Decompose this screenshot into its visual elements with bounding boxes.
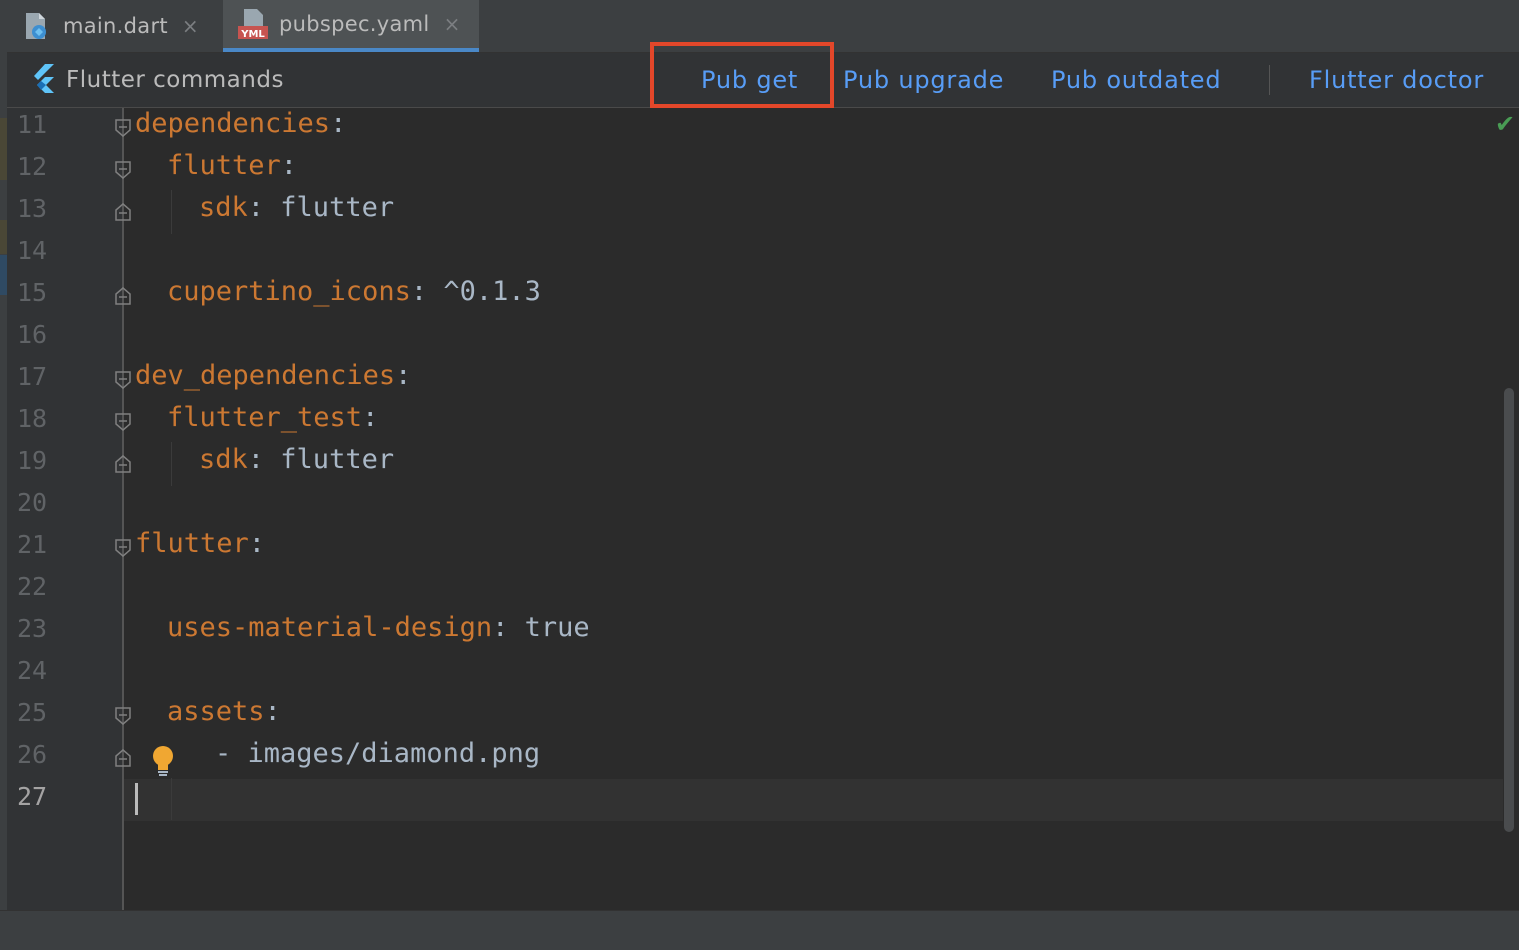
line-number-current: 27 [17,782,48,811]
code-line-19: sdk: flutter [199,444,394,475]
line-number: 15 [17,278,48,307]
divider [1269,65,1270,95]
left-tool-strip [0,0,7,950]
line-number: 19 [17,446,48,475]
code-line-26: - images/diamond.png [215,738,540,769]
text-caret [135,783,138,815]
yaml-separator: : [247,444,281,475]
code-line-21: flutter: [135,528,265,559]
editor-tab-bar: main.dart × YML pubspec.yaml × [7,0,1519,53]
yaml-file-icon: YML [237,8,269,40]
line-number: 16 [17,320,48,349]
yaml-value: ^0.1.3 [443,276,541,307]
code-line-25: assets: [167,696,281,727]
yaml-key: assets [167,696,265,727]
line-number: 21 [17,530,48,559]
yaml-value: true [524,612,590,643]
close-icon[interactable]: × [444,12,461,36]
code-line-12: flutter: [167,150,297,181]
bottom-status-bar [0,910,1519,950]
fold-close-icon[interactable] [114,454,132,474]
tab-label: main.dart [63,14,168,38]
yaml-key: dependencies [135,108,331,139]
line-number: 17 [17,362,48,391]
line-number: 23 [17,614,48,643]
yaml-key: flutter [167,150,281,181]
yaml-separator: : [248,528,266,559]
flutter-commands-label: Flutter commands [66,67,284,93]
svg-text:YML: YML [240,29,265,40]
flutter-commands-bar: Flutter commands Pub get Pub upgrade Pub… [7,53,1519,108]
fold-open-icon[interactable] [114,538,132,558]
yaml-separator: : [410,276,444,307]
tab-label: pubspec.yaml [279,12,430,36]
tab-main-dart[interactable]: main.dart × [21,0,216,52]
line-number: 14 [17,236,48,265]
line-number: 12 [17,152,48,181]
yaml-separator: : [264,696,281,727]
flutter-doctor-link[interactable]: Flutter doctor [1309,53,1484,107]
yaml-value: flutter [280,444,395,475]
flutter-logo-icon [30,63,56,97]
code-line-23: uses-material-design: true [167,612,590,643]
code-line-11: dependencies: [135,108,346,139]
yaml-separator: : [362,402,379,433]
code-line-17: dev_dependencies: [135,360,411,391]
close-icon[interactable]: × [182,14,199,38]
yaml-separator: : [247,192,281,223]
yaml-separator: : [280,150,298,181]
yaml-key: uses-material-design [167,612,493,643]
inspection-ok-icon[interactable]: ✔ [1495,110,1515,138]
line-number: 18 [17,404,48,433]
yaml-key: cupertino_icons [167,276,411,307]
yaml-key: dev_dependencies [135,360,396,391]
lightbulb-icon[interactable] [150,744,176,782]
yaml-key: sdk [199,192,248,223]
pub-outdated-link[interactable]: Pub outdated [1051,53,1221,107]
ide-window: main.dart × YML pubspec.yaml × Flutter c… [0,0,1519,950]
line-number: 25 [17,698,48,727]
fold-open-icon[interactable] [114,706,132,726]
pub-get-link[interactable]: Pub get [701,53,798,107]
line-number: 24 [17,656,48,685]
yaml-key: flutter_test [167,402,363,433]
tab-pubspec-yaml[interactable]: YML pubspec.yaml × [223,0,479,52]
dart-file-icon [21,11,51,41]
pub-upgrade-link[interactable]: Pub upgrade [843,53,1004,107]
yaml-key: flutter [135,528,249,559]
yaml-list-item: - images/diamond.png [215,738,541,769]
fold-close-icon[interactable] [114,286,132,306]
yaml-value: flutter [280,192,395,223]
yaml-separator: : [330,108,347,139]
scrollbar-thumb[interactable] [1504,388,1514,832]
fold-close-icon[interactable] [114,748,132,768]
fold-open-icon[interactable] [114,370,132,390]
yaml-separator: : [395,360,412,391]
fold-open-icon[interactable] [114,412,132,432]
fold-close-icon[interactable] [114,202,132,222]
yaml-separator: : [492,612,525,643]
fold-open-icon[interactable] [114,118,132,138]
line-number: 20 [17,488,48,517]
line-number: 13 [17,194,48,223]
code-line-13: sdk: flutter [199,192,394,223]
code-line-18: flutter_test: [167,402,378,433]
current-line-highlight [124,779,1503,821]
code-line-15: cupertino_icons: ^0.1.3 [167,276,541,307]
line-number: 11 [17,110,48,139]
flutter-commands-title: Flutter commands [30,53,284,107]
line-number: 26 [17,740,48,769]
yaml-key: sdk [199,444,248,475]
line-number: 22 [17,572,48,601]
fold-open-icon[interactable] [114,160,132,180]
